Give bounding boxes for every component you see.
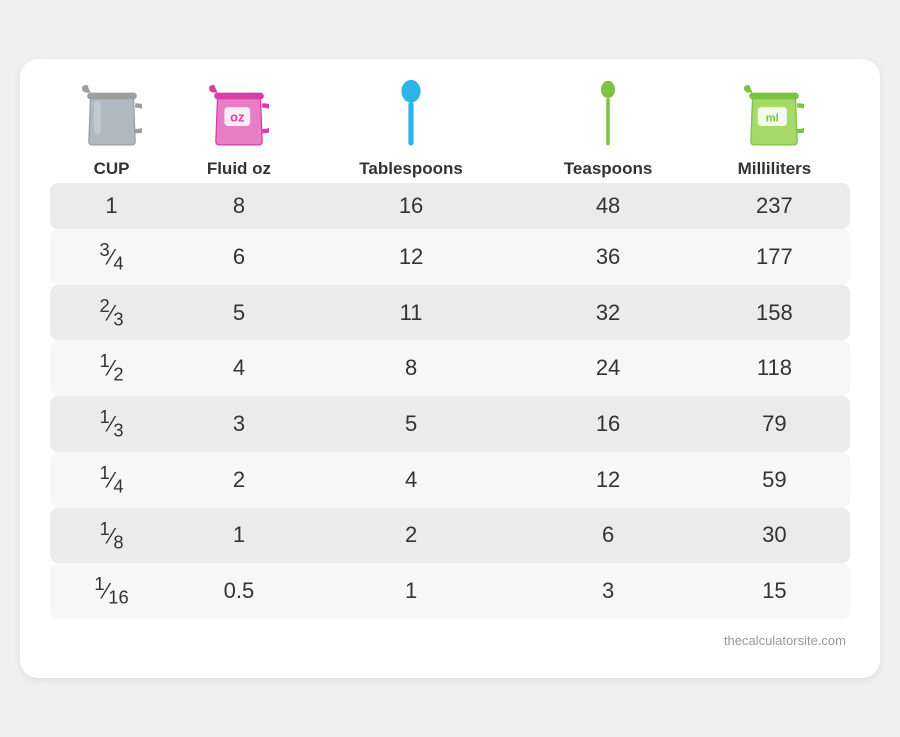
- table-body: 1 8 16 48 237 3⁄4 6 12 36 177 2⁄3 5 11 3…: [50, 183, 850, 619]
- main-card: oz: [20, 59, 880, 678]
- cell-tsp: 3: [517, 563, 699, 619]
- cell-floz: 1: [173, 508, 305, 564]
- cell-tbsp: 16: [305, 183, 518, 229]
- cell-cup: 2⁄3: [50, 285, 173, 341]
- cell-tbsp: 11: [305, 285, 518, 341]
- cell-ml: 79: [699, 396, 850, 452]
- table-row: 3⁄4 6 12 36 177: [50, 229, 850, 285]
- col-header-cup: CUP: [50, 159, 173, 183]
- table-row: 1⁄4 2 4 12 59: [50, 452, 850, 508]
- cell-tsp: 24: [517, 340, 699, 396]
- cell-cup: 1⁄8: [50, 508, 173, 564]
- cell-ml: 237: [699, 183, 850, 229]
- col-header-tbsp: Tablespoons: [305, 159, 518, 183]
- cell-tsp: 48: [517, 183, 699, 229]
- col-header-ml: Milliliters: [699, 159, 850, 183]
- col-header-floz: Fluid oz: [173, 159, 305, 183]
- tablespoon-icon: [396, 79, 426, 149]
- cell-floz: 5: [173, 285, 305, 341]
- cell-floz: 6: [173, 229, 305, 285]
- cell-ml: 59: [699, 452, 850, 508]
- table-row: 1⁄2 4 8 24 118: [50, 340, 850, 396]
- milliliters-icon-cell: ml: [699, 79, 850, 159]
- teaspoon-icon-cell: [517, 79, 699, 159]
- table-row: 1⁄8 1 2 6 30: [50, 508, 850, 564]
- cell-floz: 0.5: [173, 563, 305, 619]
- cell-tbsp: 8: [305, 340, 518, 396]
- milliliters-icon: ml: [744, 79, 804, 149]
- label-header-row: CUP Fluid oz Tablespoons Teaspoons Milli…: [50, 159, 850, 183]
- cell-tbsp: 1: [305, 563, 518, 619]
- icon-header-row: oz: [50, 79, 850, 159]
- table-row: 1 8 16 48 237: [50, 183, 850, 229]
- cell-tsp: 36: [517, 229, 699, 285]
- cell-ml: 158: [699, 285, 850, 341]
- cell-tbsp: 12: [305, 229, 518, 285]
- cell-ml: 15: [699, 563, 850, 619]
- cell-tsp: 6: [517, 508, 699, 564]
- cell-tsp: 16: [517, 396, 699, 452]
- tablespoon-icon-cell: [305, 79, 518, 159]
- cell-floz: 2: [173, 452, 305, 508]
- cell-tbsp: 2: [305, 508, 518, 564]
- cell-tsp: 12: [517, 452, 699, 508]
- floz-icon-cell: oz: [173, 79, 305, 159]
- cell-floz: 4: [173, 340, 305, 396]
- footer-attribution: thecalculatorsite.com: [50, 633, 850, 648]
- conversion-table: oz: [50, 79, 850, 619]
- col-header-tsp: Teaspoons: [517, 159, 699, 183]
- cell-cup: 1⁄3: [50, 396, 173, 452]
- cell-cup: 1⁄2: [50, 340, 173, 396]
- table-row: 2⁄3 5 11 32 158: [50, 285, 850, 341]
- svg-text:oz: oz: [230, 110, 244, 125]
- cell-ml: 177: [699, 229, 850, 285]
- teaspoon-icon: [596, 79, 620, 149]
- table-row: 1⁄3 3 5 16 79: [50, 396, 850, 452]
- cell-cup: 3⁄4: [50, 229, 173, 285]
- floz-icon: oz: [209, 79, 269, 149]
- cell-floz: 3: [173, 396, 305, 452]
- cell-ml: 118: [699, 340, 850, 396]
- svg-text:ml: ml: [766, 113, 779, 125]
- cell-tbsp: 5: [305, 396, 518, 452]
- cell-tbsp: 4: [305, 452, 518, 508]
- table-container: oz: [50, 79, 850, 619]
- table-row: 1⁄16 0.5 1 3 15: [50, 563, 850, 619]
- cell-tsp: 32: [517, 285, 699, 341]
- cup-icon-cell: [50, 79, 173, 159]
- cell-cup: 1⁄4: [50, 452, 173, 508]
- cell-floz: 8: [173, 183, 305, 229]
- cup-icon: [82, 79, 142, 149]
- cell-cup: 1⁄16: [50, 563, 173, 619]
- cell-ml: 30: [699, 508, 850, 564]
- cell-cup: 1: [50, 183, 173, 229]
